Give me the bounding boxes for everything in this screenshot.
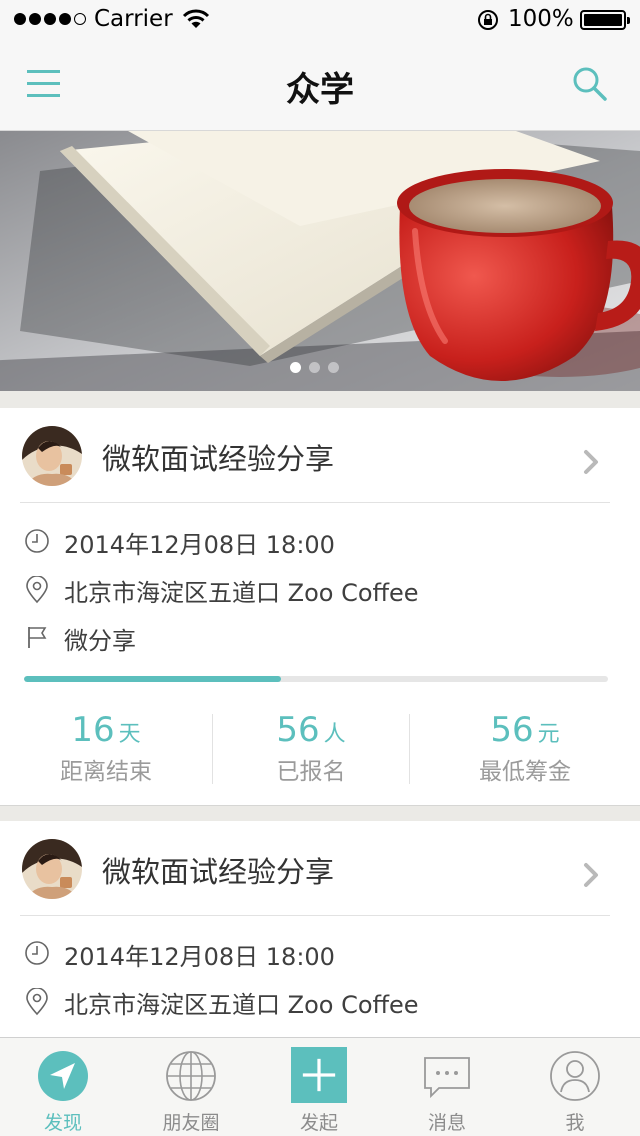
globe-icon (166, 1051, 216, 1101)
battery-icon (580, 10, 630, 30)
location-pin-icon (26, 988, 48, 1016)
status-bar: Carrier 100% (0, 0, 640, 40)
tab-me[interactable]: 我 (520, 1038, 630, 1136)
event-card: 微软面试经验分享 2014年12月08日 18:00 北京市海淀区五道口 Zoo… (0, 408, 640, 806)
stat-value: 16 (71, 710, 115, 750)
tab-discover[interactable]: 发现 (8, 1038, 118, 1136)
event-location: 北京市海淀区五道口 Zoo Coffee (64, 991, 419, 1019)
signal-strength-icon (14, 13, 86, 25)
clock-icon (25, 941, 49, 965)
event-location-row: 北京市海淀区五道口 Zoo Coffee (24, 982, 604, 1022)
chevron-right-icon (584, 450, 598, 474)
tab-label: 消息 (427, 1112, 466, 1134)
event-card-header[interactable]: 微软面试经验分享 (0, 821, 640, 916)
stat-unit: 天 (118, 722, 141, 747)
funding-progress-bar (24, 676, 608, 682)
compass-icon (38, 1051, 88, 1101)
clock-icon (25, 529, 49, 553)
avatar (22, 839, 82, 899)
tab-label: 发起 (299, 1112, 338, 1134)
divider (20, 502, 610, 503)
event-location: 北京市海淀区五道口 Zoo Coffee (64, 579, 419, 607)
flag-icon (28, 627, 47, 648)
page-dot-active[interactable] (290, 362, 301, 373)
event-card: 微软面试经验分享 2014年12月08日 18:00 北京市海淀区五道口 Zoo… (0, 821, 640, 1037)
event-category: 微分享 (64, 627, 136, 655)
tab-label: 发现 (43, 1112, 82, 1134)
event-datetime-row: 2014年12月08日 18:00 (24, 522, 604, 562)
banner-image (0, 131, 640, 391)
tab-bar: 发现 朋友圈 发起 消息 我 (0, 1037, 640, 1136)
page-dot[interactable] (309, 362, 320, 373)
stat-value: 56 (490, 710, 534, 750)
tab-label: 我 (565, 1112, 585, 1134)
event-title: 微软面试经验分享 (102, 855, 335, 889)
event-datetime: 2014年12月08日 18:00 (64, 531, 335, 559)
stat-label: 距离结束 (60, 759, 152, 785)
tab-friends[interactable]: 朋友圈 (136, 1038, 246, 1136)
event-title: 微软面试经验分享 (102, 442, 335, 476)
event-datetime-row: 2014年12月08日 18:00 (24, 934, 604, 974)
carrier-name: Carrier (94, 6, 173, 32)
tab-label: 朋友圈 (162, 1112, 220, 1134)
stat-registered: 56 人 已报名 (213, 710, 409, 785)
tab-create[interactable]: 发起 (264, 1038, 374, 1136)
orientation-lock-icon (478, 10, 498, 30)
carousel-page-indicator (290, 362, 339, 373)
stat-min-funding: 56 元 最低筹金 (410, 710, 640, 785)
tab-messages[interactable]: 消息 (392, 1038, 502, 1136)
page-dot[interactable] (328, 362, 339, 373)
event-stats: 16 天 距离结束 56 人 已报名 56 元 最低筹金 (0, 710, 640, 785)
battery-percentage: 100% (508, 6, 574, 32)
stat-days-remaining: 16 天 距离结束 (0, 710, 212, 785)
banner-carousel[interactable] (0, 131, 640, 391)
avatar (22, 426, 82, 486)
chevron-right-icon (584, 863, 598, 887)
progress-fill (24, 676, 281, 682)
stat-unit: 元 (537, 722, 560, 747)
stat-label: 最低筹金 (479, 759, 571, 785)
divider (20, 915, 610, 916)
event-category-row: 微分享 (24, 618, 604, 658)
search-icon[interactable] (570, 64, 610, 104)
location-pin-icon (26, 576, 48, 604)
plus-icon (291, 1047, 347, 1103)
event-datetime: 2014年12月08日 18:00 (64, 943, 335, 971)
event-location-row: 北京市海淀区五道口 Zoo Coffee (24, 570, 604, 610)
user-icon (550, 1051, 600, 1101)
message-icon (424, 1057, 470, 1099)
stat-label: 已报名 (276, 759, 346, 785)
page-title: 众学 (286, 70, 354, 110)
stat-value: 56 (276, 710, 320, 750)
navigation-bar: 众学 (0, 40, 640, 131)
stat-unit: 人 (323, 722, 346, 747)
wifi-icon (182, 9, 210, 28)
event-card-header[interactable]: 微软面试经验分享 (0, 408, 640, 503)
